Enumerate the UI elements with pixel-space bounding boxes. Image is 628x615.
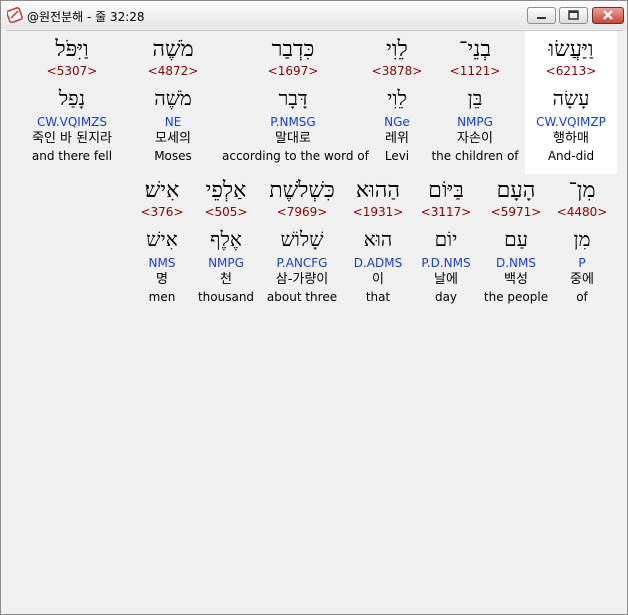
lemma-word: אִישׁ	[146, 227, 178, 251]
lemma-word: עָשָׂה	[552, 86, 590, 110]
hebrew-word: הָעָם	[496, 178, 536, 203]
word-column[interactable]: מֹשֶׁה <4872> מֹשֶׁה NE 모세의 Moses	[140, 37, 206, 164]
lemma-word: שָׁלוֹשׁ	[280, 227, 324, 251]
hebrew-word: אַלְפֵי	[205, 178, 247, 203]
korean-gloss: 모세의	[155, 131, 191, 146]
lemma-word: מֹשֶׁה	[154, 86, 192, 110]
lemma-word: בֵּן	[467, 86, 483, 110]
lemma-word: דָּבָר	[278, 86, 308, 110]
hebrew-word: הַהוּא	[355, 178, 401, 203]
morphology-code: CW.VQIMZP	[536, 115, 606, 129]
strong-number[interactable]: <7969>	[260, 204, 344, 220]
korean-gloss: 행하매	[553, 131, 589, 146]
korean-gloss: 백성	[504, 272, 528, 287]
close-button[interactable]	[592, 7, 624, 24]
strong-number[interactable]: <505>	[194, 204, 258, 220]
word-column[interactable]: בְנֵי־ <1121> בֵּן NMPG 자손이 the children…	[430, 37, 520, 164]
strong-number[interactable]: <3878>	[366, 63, 428, 79]
hebrew-word: מֹשֶׁה	[152, 37, 194, 62]
lemma-word: אֶלֶף	[210, 227, 242, 251]
window-title: @원전분해 - 줄 32:28	[27, 10, 145, 24]
morphology-code: P.ANCFG	[276, 256, 328, 270]
maximize-button[interactable]	[559, 7, 588, 24]
morphology-code: CW.VQIMZS	[36, 115, 108, 129]
hebrew-word: וַיַּעֲשׂוּ	[548, 37, 594, 62]
lemma-word: הוּא	[363, 227, 393, 251]
english-gloss: Levi	[384, 149, 410, 163]
morphology-code: NMS	[148, 256, 176, 270]
strong-number[interactable]: <5971>	[482, 204, 550, 220]
strong-number[interactable]: <6213>	[525, 63, 617, 79]
hebrew-word: אִישׁ׃	[144, 178, 180, 203]
word-column[interactable]: בַּיּוֹם <3117> יוֹם P.D.NMS 날에 day	[414, 178, 478, 305]
morphology-code: P.D.NMS	[421, 256, 471, 270]
app-icon	[7, 7, 23, 23]
lemma-word: נָפַל	[58, 86, 86, 110]
strong-number[interactable]: <376>	[136, 204, 188, 220]
strong-number[interactable]: <4480>	[554, 204, 610, 220]
word-column[interactable]: לֵוִי <3878> לֵוִי NGe 레위 Levi	[366, 37, 428, 164]
korean-gloss: 중에	[570, 272, 594, 287]
word-column[interactable]: אַלְפֵי <505> אֶלֶף NMPG 천 thousand	[194, 178, 258, 305]
korean-gloss: 죽인 바 된지라	[31, 131, 113, 146]
hebrew-word: בְנֵי־	[459, 37, 491, 62]
morphology-code: D.ADMS	[353, 256, 403, 270]
english-gloss: the children of	[431, 149, 519, 163]
morphology-code: NGe	[384, 115, 410, 129]
english-gloss: And-did	[547, 149, 595, 163]
minimize-button[interactable]	[527, 7, 556, 24]
main-window: @원전분해 - 줄 32:28 וַיַּעֲשׂוּ <6213> עָשָׂ…	[0, 0, 628, 615]
hebrew-word: וַיִּפֹּל	[55, 37, 89, 62]
strong-number[interactable]: <1121>	[430, 63, 520, 79]
lemma-word: עַם	[504, 227, 528, 251]
english-gloss: the people	[483, 290, 549, 304]
english-gloss: that	[365, 290, 391, 304]
english-gloss: according to the word of	[222, 149, 369, 163]
strong-number[interactable]: <5307>	[20, 63, 124, 79]
word-column[interactable]: וַיַּעֲשׂוּ <6213> עָשָׂה CW.VQIMZP 행하매 …	[525, 37, 617, 164]
korean-gloss: 천	[220, 272, 232, 287]
korean-gloss: 명	[156, 272, 168, 287]
word-column[interactable]: כִּדְבַר <1697> דָּבָר P.NMSG 말대로 accord…	[222, 37, 369, 164]
morphology-code: NE	[164, 115, 182, 129]
lemma-word: לֵוִי	[387, 86, 407, 110]
word-column[interactable]: אִישׁ׃ <376> אִישׁ NMS 명 men	[136, 178, 188, 305]
hebrew-word: כִּדְבַר	[271, 37, 315, 62]
english-gloss: and there fell	[31, 149, 113, 163]
korean-gloss: 말대로	[275, 131, 311, 146]
hebrew-word: כִּשְׁלֹשֶׁת	[269, 178, 335, 203]
korean-gloss: 삼-가량이	[275, 272, 329, 287]
strong-number[interactable]: <1931>	[346, 204, 410, 220]
lemma-word: יוֹם	[434, 227, 458, 251]
korean-gloss: 레위	[385, 131, 409, 146]
morphology-code: P.NMSG	[270, 115, 316, 129]
english-gloss: of	[576, 290, 588, 304]
english-gloss: Moses	[154, 149, 192, 163]
strong-number[interactable]: <3117>	[414, 204, 478, 220]
word-column[interactable]: כִּשְׁלֹשֶׁת <7969> שָׁלוֹשׁ P.ANCFG 삼-가…	[260, 178, 344, 305]
word-analysis-panel: וַיַּעֲשׂוּ <6213> עָשָׂה CW.VQIMZP 행하매 …	[6, 30, 623, 611]
hebrew-word: לֵוִי	[386, 37, 408, 62]
korean-gloss: 자손이	[457, 131, 493, 146]
morphology-code: NMPG	[208, 256, 244, 270]
english-gloss: men	[148, 290, 176, 304]
hebrew-word: בַּיּוֹם	[428, 178, 464, 203]
morphology-code: D.NMS	[495, 256, 536, 270]
word-column[interactable]: וַיִּפֹּל <5307> נָפַל CW.VQIMZS 죽인 바 된지…	[20, 37, 124, 164]
morphology-code: NMPG	[457, 115, 493, 129]
title-bar[interactable]: @원전분해 - 줄 32:28	[1, 1, 627, 29]
word-column[interactable]: הָעָם <5971> עַם D.NMS 백성 the people	[482, 178, 550, 305]
hebrew-word: מִן־	[568, 178, 596, 203]
english-gloss: about three	[266, 290, 338, 304]
korean-gloss: 날에	[434, 272, 458, 287]
word-column[interactable]: הַהוּא <1931> הוּא D.ADMS 이 that	[346, 178, 410, 305]
lemma-word: מִן	[573, 227, 591, 251]
english-gloss: thousand	[197, 290, 255, 304]
morphology-code: P	[578, 256, 586, 270]
word-column[interactable]: מִן־ <4480> מִן P 중에 of	[554, 178, 610, 305]
strong-number[interactable]: <4872>	[140, 63, 206, 79]
korean-gloss: 이	[372, 272, 384, 287]
english-gloss: day	[434, 290, 458, 304]
strong-number[interactable]: <1697>	[222, 63, 364, 79]
